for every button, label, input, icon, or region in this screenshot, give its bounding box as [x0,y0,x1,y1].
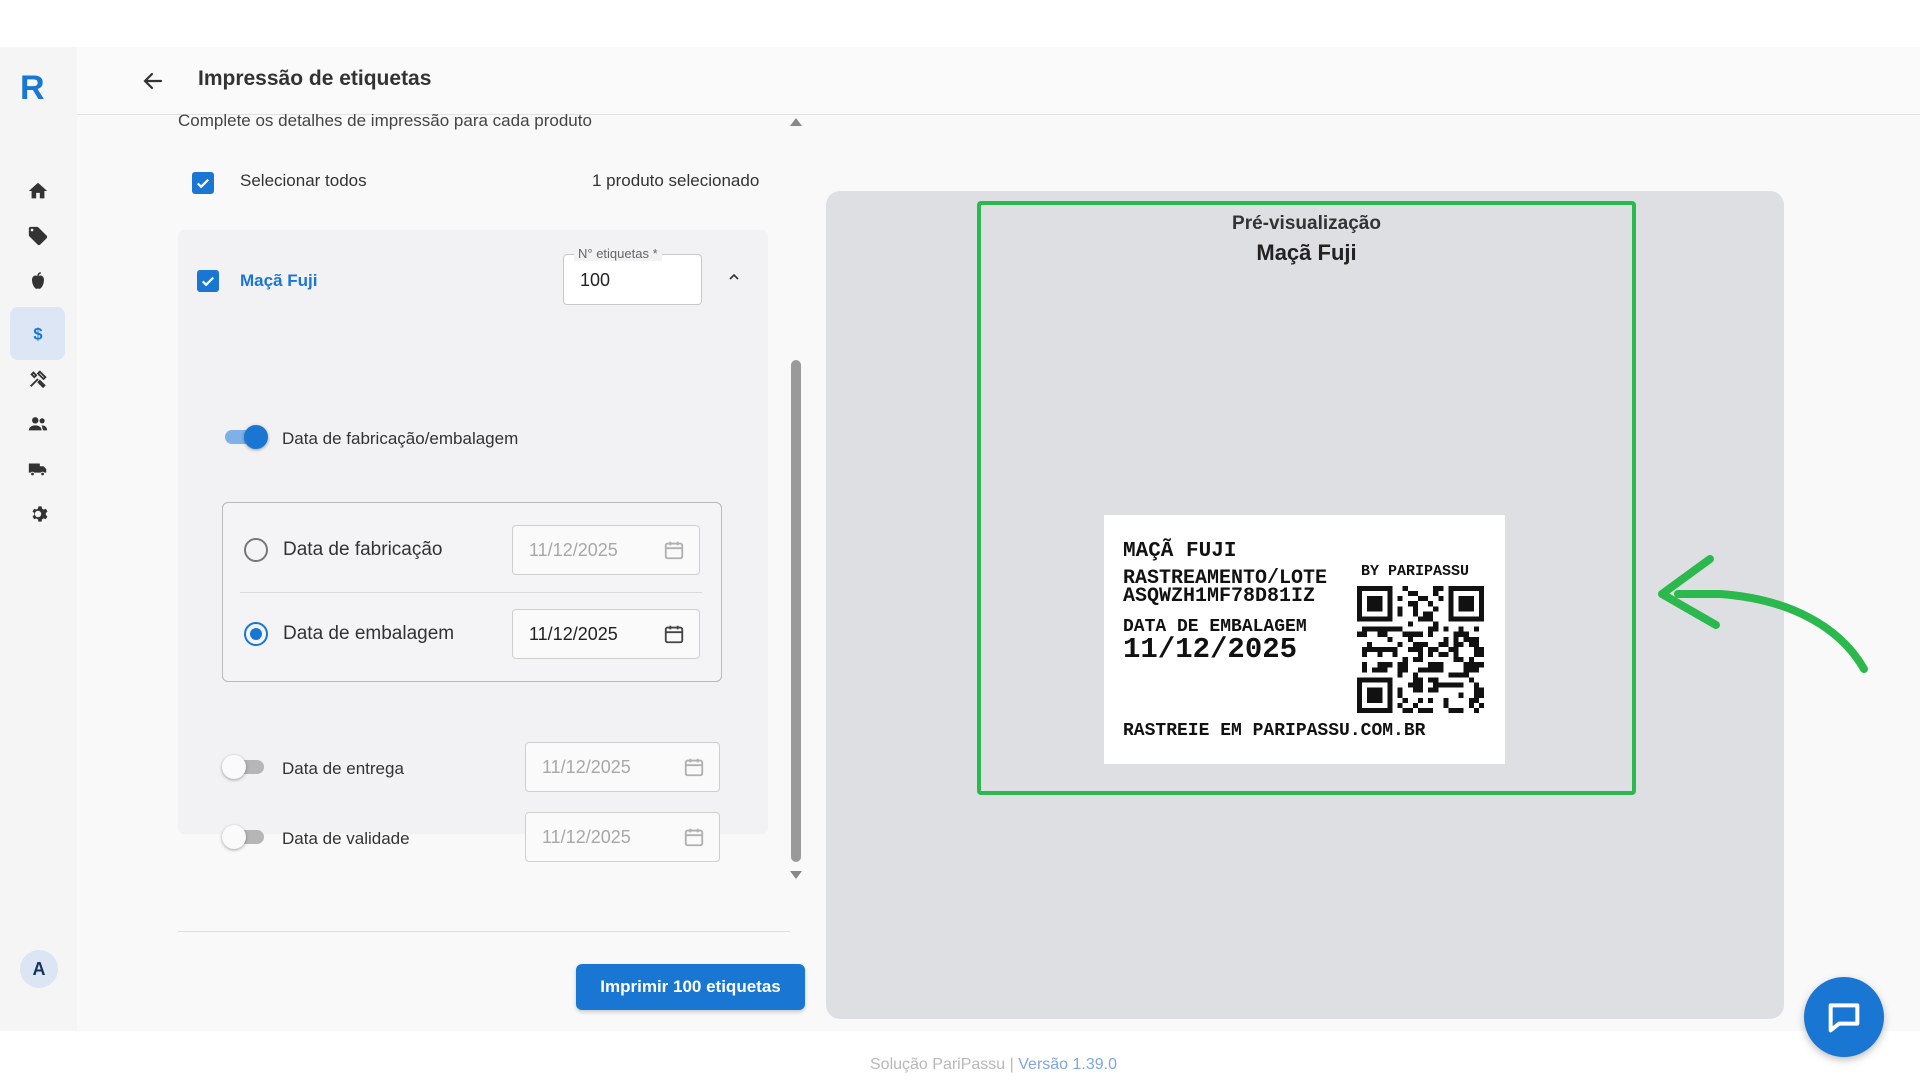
preview-product-name: Maçã Fuji [1256,240,1357,265]
label-quantity-label: N° etiquetas * [574,246,662,261]
label-footer: RASTREIE EM PARIPASSU.COM.BR [1123,721,1426,741]
embalagem-date-value: 11/12/2025 [529,624,618,644]
page-title: Impressão de etiquetas [198,67,432,90]
page-header: Impressão de etiquetas [77,47,1920,115]
manufacture-date-toggle-label: Data de fabricação/embalagem [282,429,519,448]
arrow-left-icon [143,72,163,90]
annotation-arrow [1658,555,1868,673]
apple-icon [31,271,44,289]
truck-icon [28,463,46,476]
sidebar: R $ A [0,47,77,1031]
chevron-up-icon [729,273,739,280]
embalagem-date-field[interactable]: 11/12/2025 [512,609,700,659]
label-product-name: MAÇÃ FUJI [1123,540,1237,563]
label-quantity-value[interactable]: 100 [580,270,610,291]
validity-date-field: 11/12/2025 [525,812,720,862]
print-labels-button[interactable]: Imprimir 100 etiquetas [576,964,805,1010]
delivery-date-toggle[interactable] [222,754,266,779]
footer-version[interactable]: Versão 1.39.0 [1018,1056,1117,1073]
dollar-icon: $ [33,325,42,343]
product-checkbox[interactable] [197,270,219,292]
panel-subtitle: Complete os detalhes de impressão para c… [178,111,592,130]
label-by-paripassu: BY PARIPASSU [1361,563,1470,580]
delivery-date-value: 11/12/2025 [542,757,631,777]
users-icon [28,416,47,430]
validity-date-toggle[interactable] [222,824,266,849]
radio-divider [240,592,702,593]
selected-count: 1 produto selecionado [592,171,760,190]
radio-fabricacao-label: Data de fabricação [283,539,443,560]
fabricacao-date-field[interactable]: 11/12/2025 [512,525,700,575]
calendar-icon[interactable] [663,623,685,645]
label-date-value: 11/12/2025 [1123,633,1298,666]
collapse-button[interactable] [724,267,744,287]
toggle-knob [222,825,246,849]
manufacture-date-toggle[interactable] [223,424,268,449]
svg-text:$: $ [33,325,42,343]
sidebar-item-settings[interactable] [10,487,65,540]
home-icon [28,182,47,198]
calendar-icon [684,758,704,777]
validity-date-label: Data de validade [282,829,410,848]
label-tracking-code: ASQWZH1MF78D81IZ [1123,585,1316,608]
delivery-date-label: Data de entrega [282,759,404,778]
validity-date-value: 11/12/2025 [542,827,631,847]
avatar[interactable]: A [20,950,58,988]
panel-divider [178,931,790,932]
select-all-label: Selecionar todos [240,171,367,190]
back-button[interactable] [137,65,169,97]
radio-embalagem[interactable] [244,622,268,646]
delivery-date-field: 11/12/2025 [525,742,720,792]
calendar-icon [684,828,704,847]
gear-icon [32,505,48,522]
radio-fabricacao[interactable] [244,538,268,562]
check-icon [196,178,210,189]
app-footer: Solução PariPassu | Versão 1.39.0 [870,1056,1117,1074]
app-root: R $ A Impressão de etiquetas Complete os… [0,47,1920,1073]
chat-button[interactable] [1804,977,1884,1057]
scroll-up-arrow[interactable] [790,118,802,126]
preview-title: Pré-visualização [1232,213,1381,234]
tag-icon [28,226,47,245]
qr-code-icon [1357,586,1484,713]
fabricacao-date-value: 11/12/2025 [529,540,618,560]
calendar-icon[interactable] [663,539,685,561]
scroll-down-arrow[interactable] [790,871,802,879]
select-all-checkbox[interactable] [192,172,214,194]
scrollbar-thumb[interactable] [791,360,801,862]
check-icon [201,276,215,287]
toggle-knob [222,755,246,779]
toggle-knob [244,425,268,449]
sidebar-item-products[interactable] [10,254,65,307]
product-name: Maçã Fuji [240,271,318,290]
radio-embalagem-label: Data de embalagem [283,623,455,644]
footer-text: Solução PariPassu | [870,1056,1014,1073]
tools-icon [29,369,47,388]
chat-icon [1828,1003,1860,1033]
app-logo[interactable]: R [20,69,45,108]
